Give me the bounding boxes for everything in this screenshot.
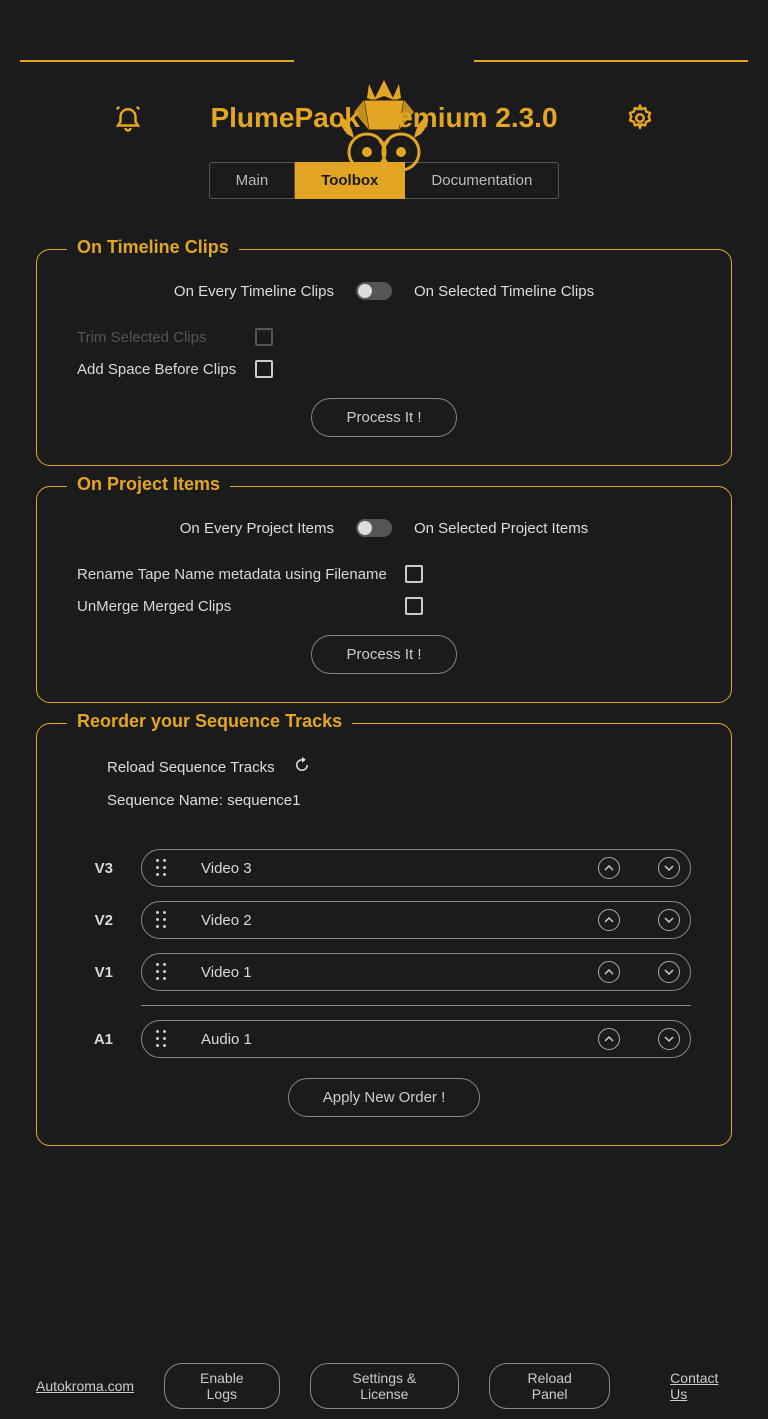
- reorder-panel-title: Reorder your Sequence Tracks: [67, 711, 352, 732]
- timeline-scope-toggle[interactable]: [356, 282, 392, 300]
- reorder-panel: Reorder your Sequence Tracks Reload Sequ…: [36, 723, 732, 1146]
- track-pill[interactable]: Video 2: [141, 901, 691, 939]
- project-toggle-left-label: On Every Project Items: [180, 520, 334, 537]
- footer: Autokroma.com Enable Logs Settings & Lic…: [0, 1353, 768, 1419]
- track-name: Video 2: [201, 912, 560, 929]
- move-down-button[interactable]: [658, 857, 680, 879]
- project-toggle-right-label: On Selected Project Items: [414, 520, 588, 537]
- track-divider: [141, 1005, 691, 1006]
- header-rule-left: [20, 60, 294, 62]
- apply-order-button[interactable]: Apply New Order !: [288, 1078, 481, 1117]
- unmerge-checkbox[interactable]: [405, 597, 423, 615]
- track-id: V3: [77, 860, 113, 877]
- chevron-up-icon: [604, 863, 614, 873]
- add-space-label: Add Space Before Clips: [77, 361, 237, 378]
- tab-main[interactable]: Main: [209, 162, 296, 199]
- timeline-toggle-left-label: On Every Timeline Clips: [174, 283, 334, 300]
- move-up-button[interactable]: [598, 1028, 620, 1050]
- timeline-panel: On Timeline Clips On Every Timeline Clip…: [36, 249, 732, 466]
- reload-icon: [293, 756, 311, 774]
- track-pill[interactable]: Video 1: [141, 953, 691, 991]
- reload-panel-button[interactable]: Reload Panel: [489, 1363, 610, 1409]
- move-up-button[interactable]: [598, 961, 620, 983]
- chevron-up-icon: [604, 1034, 614, 1044]
- drag-handle-icon[interactable]: [156, 1030, 167, 1048]
- trim-selected-label: Trim Selected Clips: [77, 329, 237, 346]
- move-down-button[interactable]: [658, 1028, 680, 1050]
- project-process-button[interactable]: Process It !: [311, 635, 456, 674]
- track-pill[interactable]: Video 3: [141, 849, 691, 887]
- chevron-down-icon: [664, 863, 674, 873]
- reload-tracks-button[interactable]: [293, 756, 311, 778]
- add-space-checkbox[interactable]: [255, 360, 273, 378]
- timeline-panel-title: On Timeline Clips: [67, 237, 239, 258]
- move-up-button[interactable]: [598, 909, 620, 931]
- chevron-up-icon: [604, 915, 614, 925]
- reload-tracks-label: Reload Sequence Tracks: [107, 759, 275, 776]
- track-pill[interactable]: Audio 1: [141, 1020, 691, 1058]
- project-panel: On Project Items On Every Project Items …: [36, 486, 732, 703]
- unmerge-label: UnMerge Merged Clips: [77, 598, 387, 615]
- track-name: Video 1: [201, 964, 560, 981]
- chevron-down-icon: [664, 1034, 674, 1044]
- track-id: V1: [77, 964, 113, 981]
- drag-handle-icon[interactable]: [156, 911, 167, 929]
- header-rule-right: [474, 60, 748, 62]
- chevron-down-icon: [664, 915, 674, 925]
- timeline-toggle-right-label: On Selected Timeline Clips: [414, 283, 594, 300]
- app-title: PlumePack Premium 2.3.0: [210, 102, 557, 134]
- move-down-button[interactable]: [658, 909, 680, 931]
- autokroma-link[interactable]: Autokroma.com: [36, 1378, 134, 1394]
- track-name: Audio 1: [201, 1031, 560, 1048]
- sequence-name-label: Sequence Name: sequence1: [107, 792, 691, 809]
- bell-icon: [113, 103, 143, 133]
- timeline-process-button[interactable]: Process It !: [311, 398, 456, 437]
- track-name: Video 3: [201, 860, 560, 877]
- chevron-down-icon: [664, 967, 674, 977]
- project-scope-toggle[interactable]: [356, 519, 392, 537]
- drag-handle-icon[interactable]: [156, 963, 167, 981]
- track-row: A1 Audio 1: [77, 1020, 691, 1058]
- chevron-up-icon: [604, 967, 614, 977]
- settings-license-button[interactable]: Settings & License: [310, 1363, 460, 1409]
- project-panel-title: On Project Items: [67, 474, 230, 495]
- drag-handle-icon[interactable]: [156, 859, 167, 877]
- rename-tape-label: Rename Tape Name metadata using Filename: [77, 566, 387, 583]
- notifications-button[interactable]: [110, 100, 146, 136]
- gear-icon: [625, 103, 655, 133]
- rename-tape-checkbox[interactable]: [405, 565, 423, 583]
- enable-logs-button[interactable]: Enable Logs: [164, 1363, 280, 1409]
- track-row: V3 Video 3: [77, 849, 691, 887]
- contact-link[interactable]: Contact Us: [670, 1370, 732, 1402]
- track-id: V2: [77, 912, 113, 929]
- track-row: V2 Video 2: [77, 901, 691, 939]
- trim-selected-checkbox: [255, 328, 273, 346]
- move-up-button[interactable]: [598, 857, 620, 879]
- track-id: A1: [77, 1031, 113, 1048]
- move-down-button[interactable]: [658, 961, 680, 983]
- track-row: V1 Video 1: [77, 953, 691, 991]
- settings-button[interactable]: [622, 100, 658, 136]
